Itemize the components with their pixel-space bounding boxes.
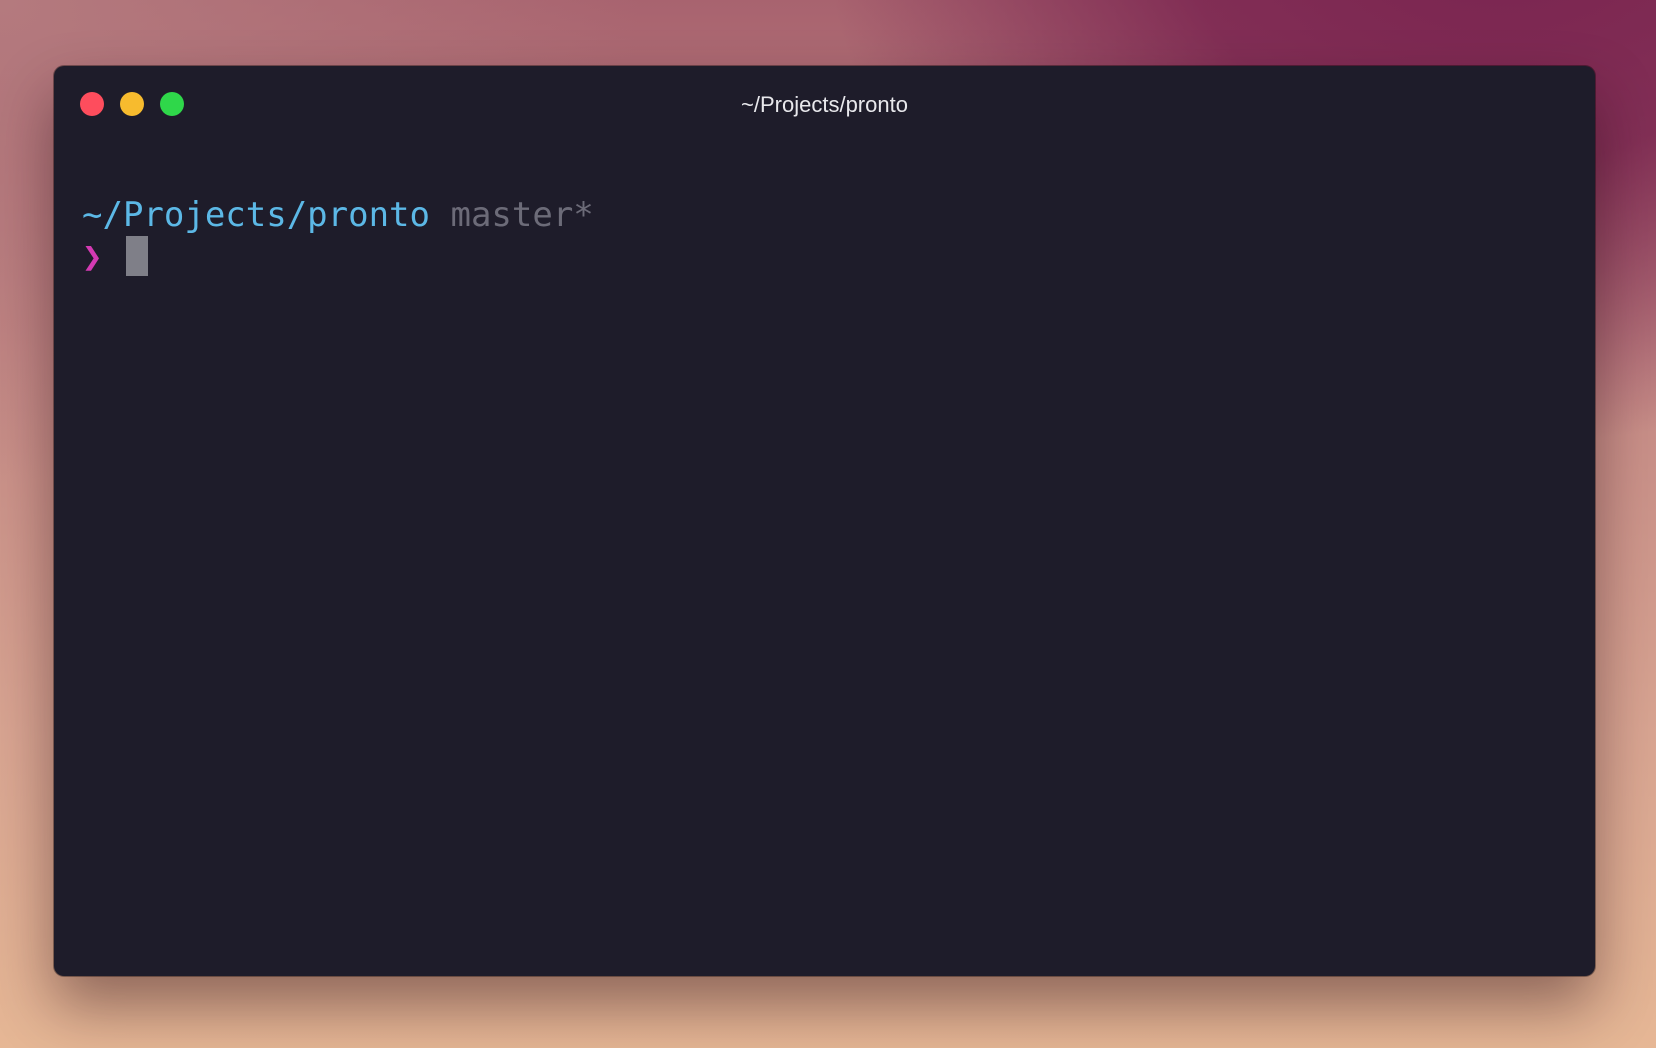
text-cursor <box>126 236 148 276</box>
window-title: ~/Projects/pronto <box>741 92 908 117</box>
input-line[interactable]: ❯ <box>82 236 1567 278</box>
prompt-chevron-icon: ❯ <box>82 237 103 277</box>
prompt-info-line: ~/Projects/pronto master* <box>82 194 1567 236</box>
terminal-output[interactable]: ~/Projects/pronto master* ❯ <box>82 194 1567 278</box>
git-branch: master* <box>450 195 594 235</box>
current-directory: ~/Projects/pronto <box>82 195 430 235</box>
terminal-window[interactable]: ~/Projects/pronto ~/Projects/pronto mast… <box>54 66 1595 976</box>
title-bar[interactable]: ~/Projects/pronto <box>54 66 1595 136</box>
desktop-background: ~/Projects/pronto ~/Projects/pronto mast… <box>0 0 1656 1048</box>
